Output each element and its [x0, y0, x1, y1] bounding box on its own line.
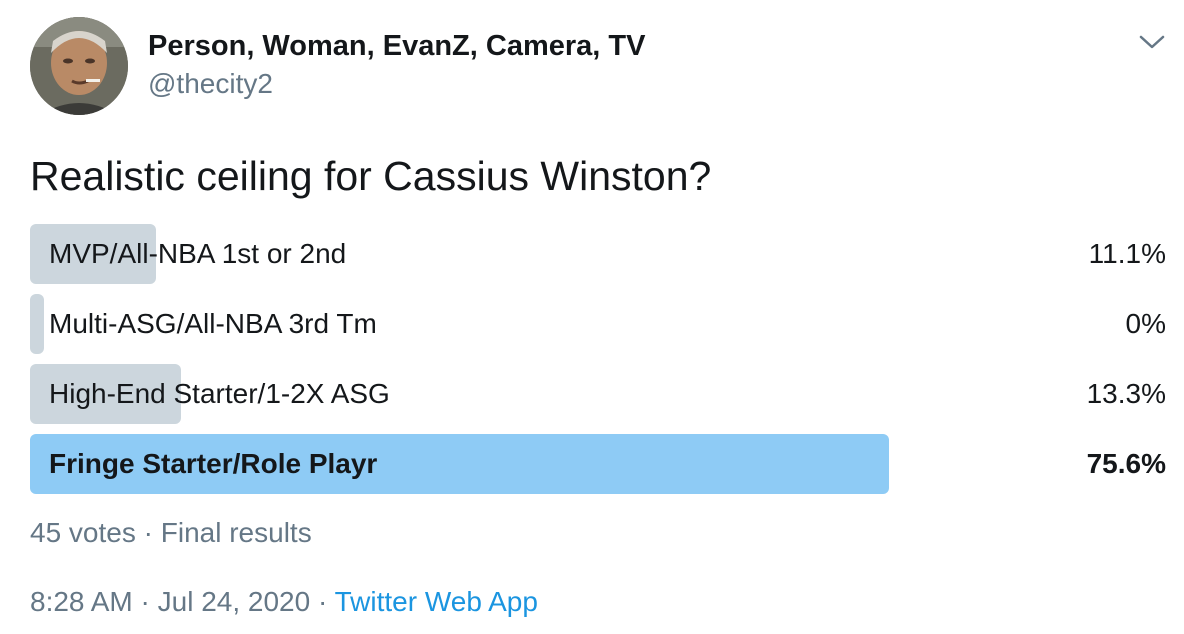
poll-status: Final results [160, 517, 312, 548]
tweet-time[interactable]: 8:28 AM [30, 586, 133, 617]
poll-vote-count: 45 votes [30, 517, 136, 548]
poll-choice: Multi-ASG/All-NBA 3rd Tm 0% [30, 294, 1166, 354]
poll: MVP/All-NBA 1st or 2nd 11.1% Multi-ASG/A… [30, 224, 1166, 504]
poll-choice-label: MVP/All-NBA 1st or 2nd [49, 238, 347, 269]
poll-choice-percent: 0% [1125, 308, 1166, 339]
poll-choice-winner: Fringe Starter/Role Playr 75.6% [30, 434, 1166, 494]
tweet-text: Realistic ceiling for Cassius Winston? [30, 153, 712, 199]
poll-choice: High-End Starter/1-2X ASG 13.3% [30, 364, 1166, 424]
poll-choice: MVP/All-NBA 1st or 2nd 11.1% [30, 224, 1166, 284]
poll-choice-label: High-End Starter/1-2X ASG [49, 378, 390, 409]
avatar[interactable] [30, 17, 128, 115]
author-display-name[interactable]: Person, Woman, EvanZ, Camera, TV [148, 28, 645, 64]
poll-choice-percent: 11.1% [1088, 238, 1166, 269]
poll-choice-percent: 75.6% [1086, 448, 1166, 479]
poll-choice-bar [30, 294, 44, 354]
author-handle[interactable]: @thecity2 [148, 66, 273, 102]
tweet-source-link[interactable]: Twitter Web App [335, 586, 538, 617]
poll-choice-label: Fringe Starter/Role Playr [49, 448, 378, 479]
separator-dot: · [132, 586, 158, 617]
tweet-date[interactable]: Jul 24, 2020 [158, 586, 311, 617]
separator-dot: · [135, 517, 161, 548]
poll-choice-label: Multi-ASG/All-NBA 3rd Tm [49, 308, 377, 339]
tweet-meta: 8:28 AM · Jul 24, 2020 · Twitter Web App [30, 583, 538, 621]
separator-dot: · [310, 586, 335, 617]
chevron-down-icon[interactable] [1136, 28, 1168, 56]
poll-choice-percent: 13.3% [1086, 378, 1166, 409]
poll-summary: 45 votes · Final results [30, 514, 312, 552]
avatar-photo [30, 17, 128, 115]
